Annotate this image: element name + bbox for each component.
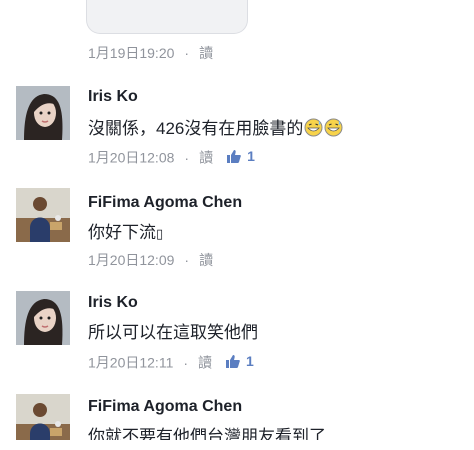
like-count-value: 1 — [246, 353, 254, 369]
comment-text-body: 你好下流 — [88, 223, 156, 242]
comment-text: 你好下流▯ — [88, 218, 163, 243]
separator-dot: · — [184, 45, 190, 61]
read-link[interactable]: 讀 — [199, 150, 213, 166]
like-count[interactable]: 1 — [226, 351, 254, 371]
timestamp: 1月19日19:20 — [88, 45, 175, 61]
comment-meta: 1月19日19:20 · 讀 — [88, 43, 213, 63]
timestamp: 1月20日12:08 — [88, 149, 175, 166]
comment-meta: 1月20日12:11 · 讀 1 — [88, 351, 254, 371]
commenter-name[interactable]: Iris Ko — [88, 294, 138, 312]
grinning-sweat-icon — [304, 118, 323, 142]
comment-text-body: 沒關係，426沒有在用臉書的 — [88, 119, 304, 138]
crop-edge — [0, 440, 474, 450]
read-link[interactable]: 讀 — [199, 45, 213, 61]
thumbs-up-icon — [226, 354, 240, 368]
avatar[interactable] — [16, 188, 70, 242]
comment-text: 所以可以在這取笑他們 — [88, 323, 258, 342]
timestamp: 1月20日12:11 — [88, 354, 174, 371]
read-link[interactable]: 讀 — [198, 355, 212, 371]
timestamp: 1月20日12:09 — [88, 252, 175, 268]
like-count[interactable]: 1 — [227, 146, 255, 166]
thumbs-up-icon — [227, 149, 241, 163]
separator-dot: · — [184, 149, 190, 166]
commenter-name[interactable]: Iris Ko — [88, 88, 138, 106]
comment-meta: 1月20日12:08 · 讀 1 — [88, 146, 255, 166]
separator-dot: · — [183, 354, 189, 371]
avatar[interactable] — [16, 86, 70, 140]
comment-text: 沒關係，426沒有在用臉書的 — [88, 114, 343, 142]
separator-dot: · — [184, 252, 190, 268]
like-count-value: 1 — [247, 148, 255, 164]
previous-comment-bubble — [86, 0, 248, 34]
commenter-name[interactable]: FiFima Agoma Chen — [88, 398, 242, 416]
commenter-name[interactable]: FiFima Agoma Chen — [88, 194, 242, 212]
read-link[interactable]: 讀 — [199, 252, 213, 268]
missing-glyph: ▯ — [156, 226, 164, 241]
comment-meta: 1月20日12:09 · 讀 — [88, 250, 213, 270]
grinning-sweat-icon — [324, 118, 343, 142]
avatar[interactable] — [16, 291, 70, 345]
